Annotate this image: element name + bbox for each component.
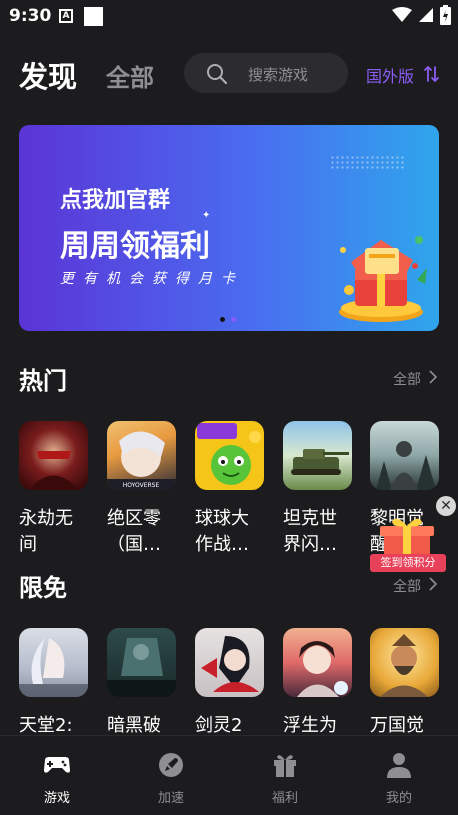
nav-label: 我的	[385, 791, 412, 806]
nav-tab-boost[interactable]: 加速	[114, 736, 228, 815]
floating-signin-ad[interactable]: 签到领积分 ✕	[370, 494, 458, 584]
signal-icon	[419, 8, 433, 22]
svg-text:HOYOVERSE: HOYOVERSE	[123, 482, 160, 489]
banner-pager	[217, 307, 239, 326]
game-card[interactable]: 球球大 作战…	[195, 421, 265, 558]
blade-soul2-icon[interactable]	[195, 628, 264, 697]
game-name: 球球大 作战…	[195, 508, 249, 555]
hot-more-link[interactable]: 全部	[393, 369, 421, 389]
user-icon	[387, 753, 411, 778]
section-title-free: 限免	[19, 574, 67, 602]
rise-kingdoms-icon[interactable]	[370, 628, 439, 697]
lineage2-icon[interactable]	[19, 628, 88, 697]
tab-all[interactable]: 全部	[106, 58, 154, 93]
fusheng-icon[interactable]	[283, 628, 352, 697]
promo-banner[interactable]: 点我加官群 ✦ 周周领福利 更有机会获得月卡	[19, 125, 439, 331]
naraka-icon[interactable]	[19, 421, 88, 490]
nav-tab-games[interactable]: 游戏	[0, 736, 114, 815]
wifi-icon	[392, 7, 412, 22]
square-notification-icon	[84, 7, 103, 26]
game-name: 绝区零 （国…	[107, 508, 161, 555]
tab-discover[interactable]: 发现	[19, 54, 77, 96]
nav-label: 游戏	[43, 791, 70, 806]
game-card[interactable]: 浮生为	[283, 628, 353, 739]
top-header: 发现 全部 搜索游戏 国外版	[0, 52, 458, 96]
close-icon[interactable]: ✕	[436, 496, 456, 516]
battery-icon	[440, 5, 451, 25]
dawn-icon[interactable]	[370, 421, 439, 490]
banner-line3: 更有机会获得月卡	[60, 271, 244, 287]
nav-label: 加速	[157, 791, 184, 806]
gift-box-illustration	[339, 236, 427, 322]
game-card[interactable]: 天堂2:	[19, 628, 89, 739]
game-name: 坦克世 界闪…	[283, 508, 337, 555]
search-bar[interactable]: 搜索游戏	[184, 53, 348, 93]
zzz-icon[interactable]: HOYOVERSE	[107, 421, 176, 490]
game-card[interactable]: 坦克世 界闪…	[283, 421, 353, 558]
game-card[interactable]: 暗黑破	[107, 628, 177, 739]
gift-icon	[274, 755, 296, 777]
region-switch-label[interactable]: 国外版	[366, 63, 414, 87]
game-card[interactable]: 剑灵2	[195, 628, 265, 739]
nav-tab-benefits[interactable]: 福利	[228, 736, 342, 815]
game-card[interactable]: 万国觉	[370, 628, 440, 739]
status-bar: 9:30 A	[0, 0, 458, 32]
search-icon	[207, 64, 228, 85]
pager-dot	[220, 317, 225, 322]
floating-ad-label: 签到领积分	[370, 554, 446, 572]
banner-line1: 点我加官群	[60, 188, 171, 213]
nav-tab-me[interactable]: 我的	[342, 736, 456, 815]
game-card[interactable]: 永劫无 间	[19, 421, 89, 558]
chevron-right-icon[interactable]	[428, 369, 438, 385]
bottom-navigation: 游戏 加速 福利 我的	[0, 735, 458, 815]
search-placeholder: 搜索游戏	[248, 66, 309, 84]
nav-label: 福利	[271, 791, 298, 806]
banner-dot-pattern	[330, 155, 404, 171]
banner-line2: 周周领福利	[60, 229, 210, 264]
game-name: 永劫无 间	[19, 508, 73, 555]
pager-dot-active	[231, 317, 236, 322]
sparkle-icon: ✦	[202, 210, 211, 221]
diablo-icon[interactable]	[107, 628, 176, 697]
section-title-hot: 热门	[19, 367, 67, 395]
gamepad-icon	[44, 757, 70, 773]
battle-of-balls-icon[interactable]	[195, 421, 264, 490]
tank-blitz-icon[interactable]	[283, 421, 352, 490]
rocket-icon	[159, 753, 183, 777]
a-notification-icon: A	[59, 9, 73, 23]
swap-icon[interactable]	[424, 65, 440, 83]
game-card[interactable]: HOYOVERSE 绝区零 （国…	[107, 421, 177, 558]
status-time: 9:30	[9, 6, 52, 26]
